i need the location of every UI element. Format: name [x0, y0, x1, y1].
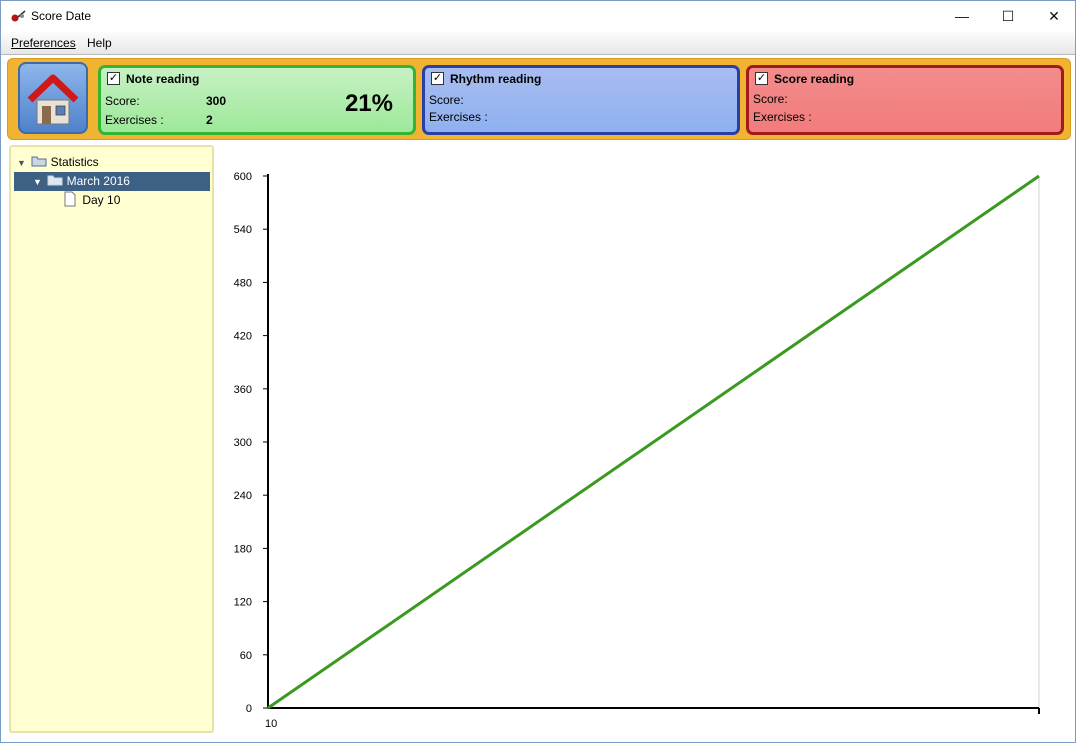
series-line — [267, 174, 1040, 710]
x-tick-label: 10 — [265, 718, 277, 730]
menu-bar: Preferences Help — [1, 32, 1075, 55]
menu-preferences[interactable]: Preferences — [11, 36, 76, 50]
y-tick-label: 180 — [234, 543, 252, 555]
score-score-label: Score: — [753, 92, 788, 106]
note-exercises-value: 2 — [206, 113, 213, 127]
rhythm-reading-checkbox[interactable]: ✓ — [431, 72, 444, 85]
y-tick-label: 300 — [234, 437, 252, 449]
y-tick-label: 60 — [240, 650, 252, 662]
tree-item-march-2016[interactable]: ▼ March 2016 — [14, 172, 210, 191]
tree-label-day-10: Day 10 — [82, 193, 121, 207]
note-score-value: 300 — [206, 94, 227, 108]
maximize-button[interactable]: ☐ — [985, 1, 1031, 31]
rhythm-reading-title: Rhythm reading — [450, 72, 542, 86]
window-title: Score Date — [31, 9, 92, 23]
rhythm-exercises-label: Exercises : — [429, 110, 488, 124]
score-reading-checkbox[interactable]: ✓ — [755, 72, 768, 85]
note-percent: 21% — [344, 90, 393, 117]
folder-open-icon — [47, 175, 63, 186]
document-icon — [64, 191, 76, 207]
y-tick-label: 360 — [234, 384, 252, 396]
note-reading-checkbox[interactable]: ✓ — [107, 72, 120, 85]
minimize-button[interactable]: — — [939, 1, 985, 31]
statistics-tree: ▼ Statistics ▼ March 2016 Day 10 — [9, 145, 214, 733]
tree-label-march-2016: March 2016 — [66, 174, 130, 188]
y-tick-label: 0 — [246, 703, 252, 715]
menu-help[interactable]: Help — [87, 36, 112, 50]
y-tick-label: 540 — [234, 224, 252, 236]
note-score-label: Score: — [105, 94, 140, 108]
score-chart: 0 60 120 180 240 300 360 420 480 540 600 10 — [223, 151, 1069, 736]
score-exercises-label: Exercises : — [753, 110, 812, 124]
y-tick-label: 480 — [234, 277, 252, 289]
y-tick-label: 120 — [234, 597, 252, 609]
folder-icon — [31, 156, 47, 167]
app-icon — [11, 10, 26, 22]
note-reading-panel: ✓ Note reading Score: 300 Exercises : 2 … — [98, 65, 416, 135]
score-reading-panel: ✓ Score reading Score: Exercises : — [746, 65, 1064, 135]
score-reading-title: Score reading — [774, 72, 855, 86]
expand-toggle-icon[interactable]: ▼ — [33, 177, 42, 187]
tree-item-day-10[interactable]: Day 10 — [63, 191, 120, 210]
y-tick-label: 240 — [234, 490, 252, 502]
rhythm-score-label: Score: — [429, 93, 464, 107]
toolbar-panel: ✓ Note reading Score: 300 Exercises : 2 … — [7, 58, 1071, 140]
tree-label-statistics: Statistics — [50, 155, 99, 169]
home-icon — [27, 74, 79, 125]
home-button[interactable] — [18, 62, 88, 134]
chart-svg: 0 60 120 180 240 300 360 420 480 540 600 10 — [234, 171, 1040, 730]
title-bar: Score Date — ☐ ✕ — [1, 1, 1075, 31]
rhythm-reading-panel: ✓ Rhythm reading Score: Exercises : — [422, 65, 740, 135]
app-window: Score Date — ☐ ✕ Preferences Help ✓ Note… — [0, 0, 1076, 743]
expand-toggle-icon[interactable]: ▼ — [17, 158, 26, 168]
note-reading-title: Note reading — [126, 72, 200, 86]
close-button[interactable]: ✕ — [1031, 1, 1075, 31]
tree-item-statistics[interactable]: ▼ Statistics — [17, 153, 99, 172]
y-tick-label: 600 — [234, 171, 252, 183]
y-tick-label: 420 — [234, 331, 252, 343]
note-exercises-label: Exercises : — [105, 113, 164, 127]
